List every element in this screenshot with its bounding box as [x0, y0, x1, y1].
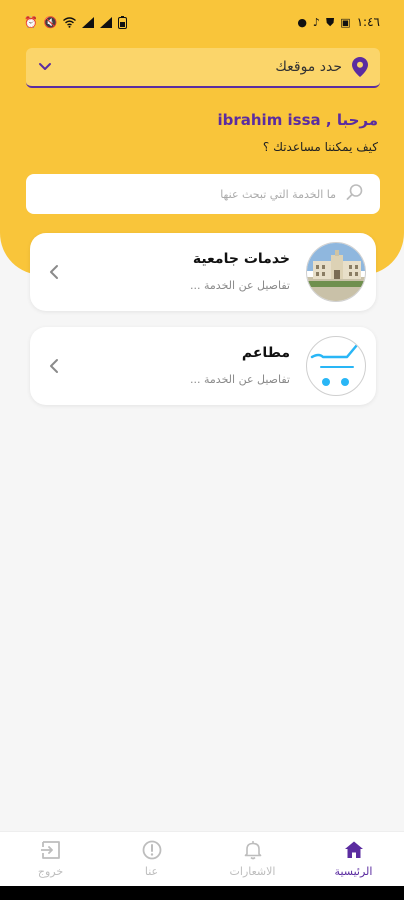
chevron-down-icon	[38, 62, 52, 72]
system-gesture-bar	[0, 886, 404, 900]
wifi-icon	[63, 16, 77, 28]
tiktok-icon: ♪	[312, 15, 320, 29]
status-icons-left: ⏰ 🔇	[24, 15, 128, 29]
nav-label-logout: خروج	[37, 865, 64, 878]
bell-icon	[244, 841, 261, 860]
status-icons-right: ● ♪ ⛊ ▣ ١:٤٦	[297, 15, 380, 29]
service-card-restaurants[interactable]: مطاعم تفاصيل عن الخدمة ...	[30, 327, 376, 405]
search-bar[interactable]	[26, 174, 380, 214]
nav-item-about[interactable]: عنا	[102, 840, 202, 878]
nav-item-home[interactable]: الرئيسية	[304, 840, 404, 878]
service-description: تفاصيل عن الخدمة ...	[190, 373, 290, 386]
status-bar: ⏰ 🔇 ● ♪ ⛊ ▣ ١:٤٦	[0, 0, 404, 44]
bottom-navigation: خروج عنا الاشعارات الرئيسية	[0, 831, 404, 886]
service-title: مطاعم	[241, 345, 290, 361]
nav-label-home: الرئيسية	[334, 865, 373, 878]
signal-icon	[82, 16, 95, 28]
search-input[interactable]	[56, 187, 336, 201]
university-building-image	[306, 242, 366, 302]
search-icon	[346, 183, 364, 205]
location-selector[interactable]: حدد موقعك	[26, 48, 380, 88]
nav-label-notifications: الاشعارات	[229, 865, 276, 878]
status-time: ١:٤٦	[356, 15, 380, 29]
location-label-group: حدد موقعك	[275, 57, 368, 77]
signal-icon	[100, 16, 113, 28]
location-pin-icon	[352, 57, 368, 77]
dot-icon: ●	[297, 15, 307, 29]
service-description: تفاصيل عن الخدمة ...	[190, 279, 290, 292]
service-title: خدمات جامعية	[192, 251, 290, 267]
shield-icon: ⛊	[325, 15, 335, 29]
service-card-university[interactable]: خدمات جامعية تفاصيل عن الخدمة ...	[30, 233, 376, 311]
chevron-left-icon	[44, 356, 64, 376]
battery-icon	[118, 15, 128, 29]
location-label: حدد موقعك	[275, 59, 342, 75]
logout-icon	[40, 841, 60, 859]
info-icon	[142, 840, 161, 860]
nav-item-notifications[interactable]: الاشعارات	[203, 840, 303, 878]
alarm-icon: ⏰	[24, 15, 38, 29]
nav-label-about: عنا	[144, 865, 159, 878]
home-icon	[344, 841, 363, 858]
chevron-left-icon	[44, 262, 64, 282]
gallery-icon: ▣	[340, 15, 351, 29]
shopping-cart-icon	[306, 336, 366, 396]
greeting-text: مرحبا , ibrahim issa	[217, 111, 378, 129]
nav-item-logout[interactable]: خروج	[1, 840, 101, 878]
greeting-subtitle: كيف يمكننا مساعدتك ؟	[262, 140, 378, 154]
mute-icon: 🔇	[43, 15, 58, 29]
